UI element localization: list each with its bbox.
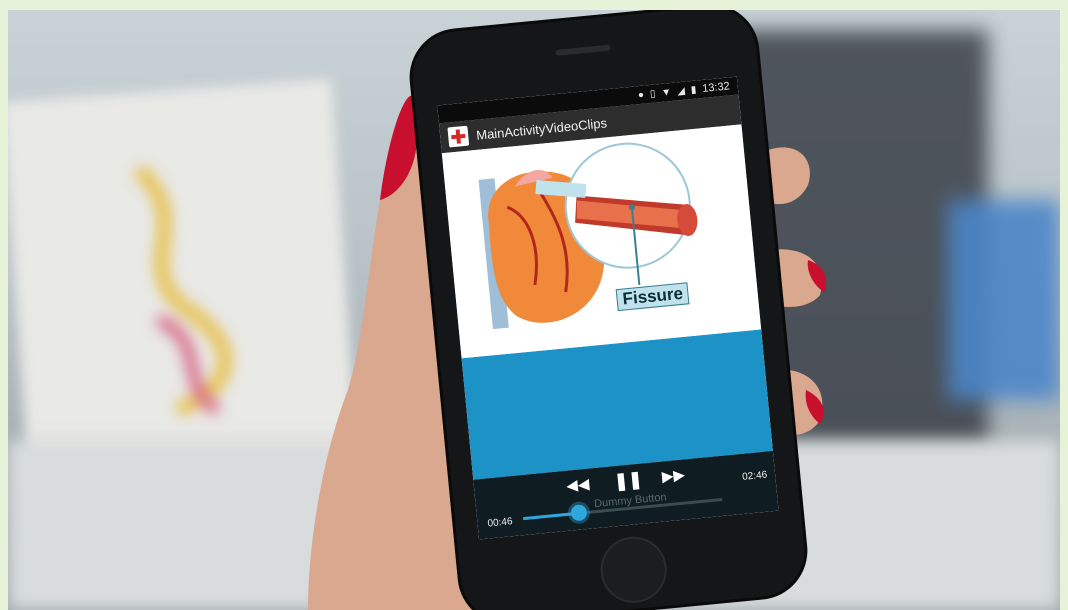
signal-icon: ◢ <box>676 85 686 97</box>
battery-icon: ▮ <box>690 84 697 96</box>
photo-scene: ● ▯ ▼ ◢ ▮ 13:32 MainActivityVideoClips F… <box>8 10 1060 610</box>
seek-thumb[interactable] <box>570 504 588 522</box>
wifi-icon: ▼ <box>660 86 672 99</box>
video-frame[interactable]: Fissure <box>441 124 762 359</box>
pause-icon[interactable]: ❚❚ <box>613 470 643 493</box>
fast-forward-icon[interactable]: ▶▶ <box>661 465 686 485</box>
phone-screen: ● ▯ ▼ ◢ ▮ 13:32 MainActivityVideoClips F… <box>437 76 779 540</box>
home-button[interactable] <box>597 533 670 606</box>
duration-time: 02:46 <box>741 469 768 483</box>
heart-artery-illustration <box>478 142 698 330</box>
rewind-icon[interactable]: ◀◀ <box>565 475 591 495</box>
red-cross-icon[interactable] <box>447 125 470 148</box>
earpiece <box>555 44 611 56</box>
status-time: 13:32 <box>701 80 731 95</box>
smartphone: ● ▯ ▼ ◢ ▮ 13:32 MainActivityVideoClips F… <box>408 10 809 610</box>
location-icon: ● <box>637 89 645 101</box>
current-time: 00:46 <box>487 516 514 530</box>
vibrate-icon: ▯ <box>649 88 656 100</box>
